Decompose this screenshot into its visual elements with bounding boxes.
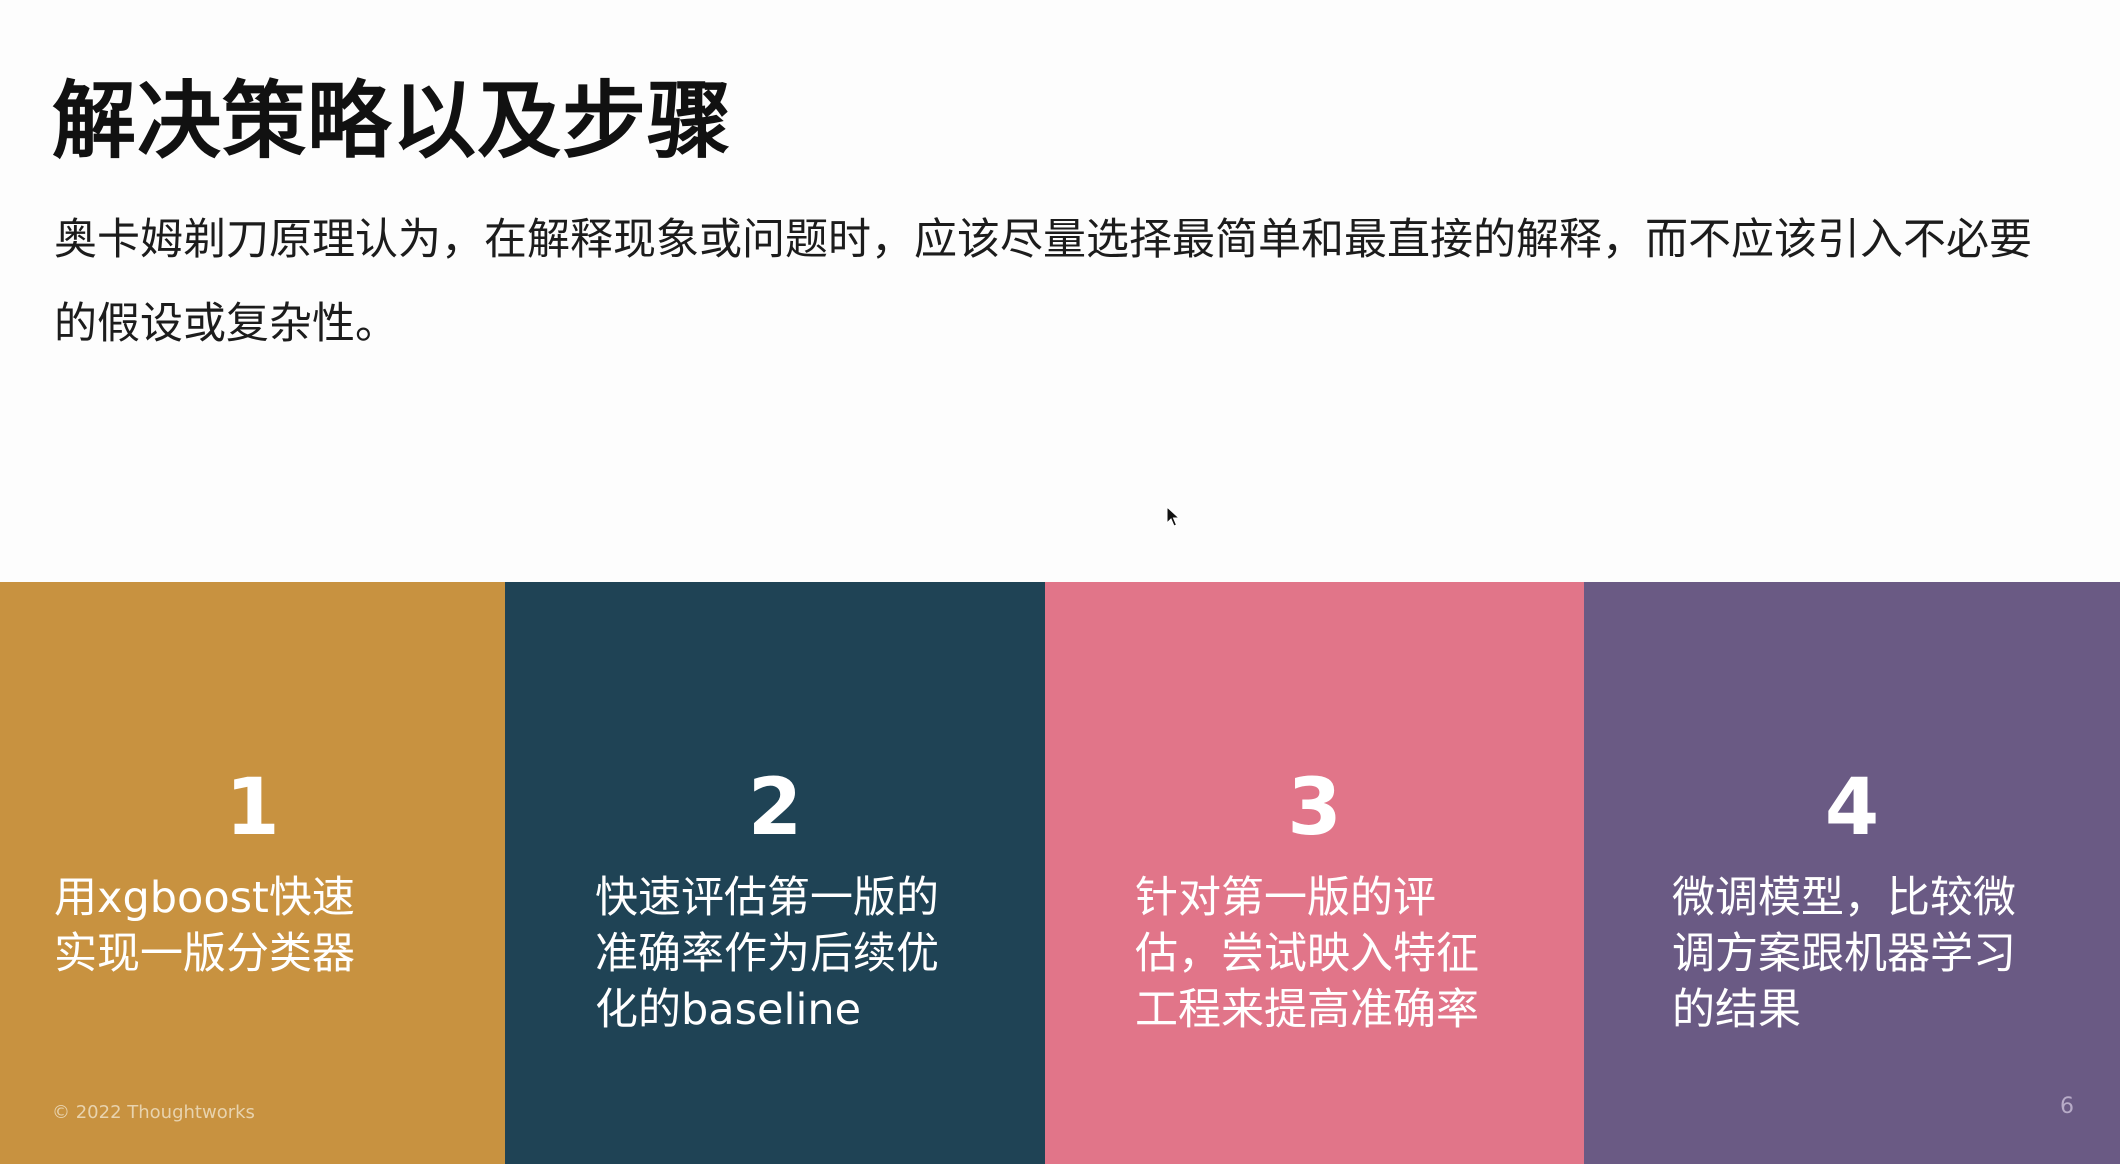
step-card-4: 4 微调模型，比较微调方案跟机器学习的结果 [1584, 582, 2120, 1164]
copyright-notice: © 2022 Thoughtworks [52, 1102, 255, 1123]
step-number: 4 [1824, 763, 1880, 853]
slide-title: 解决策略以及步骤 [52, 71, 733, 170]
step-number: 2 [747, 763, 803, 853]
steps-row: 1 用xgboost快速实现一版分类器 2 快速评估第一版的准确率作为后续优化的… [0, 582, 2120, 1164]
step-card-3: 3 针对第一版的评估，尝试映入特征工程来提高准确率 [1045, 582, 1584, 1164]
presentation-slide: 解决策略以及步骤 奥卡姆剃刀原理认为，在解释现象或问题时，应该尽量选择最简单和最… [0, 0, 2120, 1164]
step-description: 快速评估第一版的准确率作为后续优化的baseline [595, 873, 939, 1035]
step-description: 针对第一版的评估，尝试映入特征工程来提高准确率 [1135, 873, 1479, 1035]
step-description: 用xgboost快速实现一版分类器 [54, 873, 355, 979]
step-description: 微调模型，比较微调方案跟机器学习的结果 [1672, 873, 2016, 1035]
step-card-1: 1 用xgboost快速实现一版分类器 [0, 582, 505, 1164]
step-number: 1 [225, 763, 280, 853]
step-card-2: 2 快速评估第一版的准确率作为后续优化的baseline [505, 582, 1045, 1164]
mouse-pointer-icon [1166, 506, 1180, 527]
page-number: 6 [2060, 1094, 2074, 1119]
step-number: 3 [1287, 763, 1342, 853]
intro-paragraph: 奥卡姆剃刀原理认为，在解释现象或问题时，应该尽量选择最简单和最直接的解释，而不应… [54, 215, 2032, 349]
